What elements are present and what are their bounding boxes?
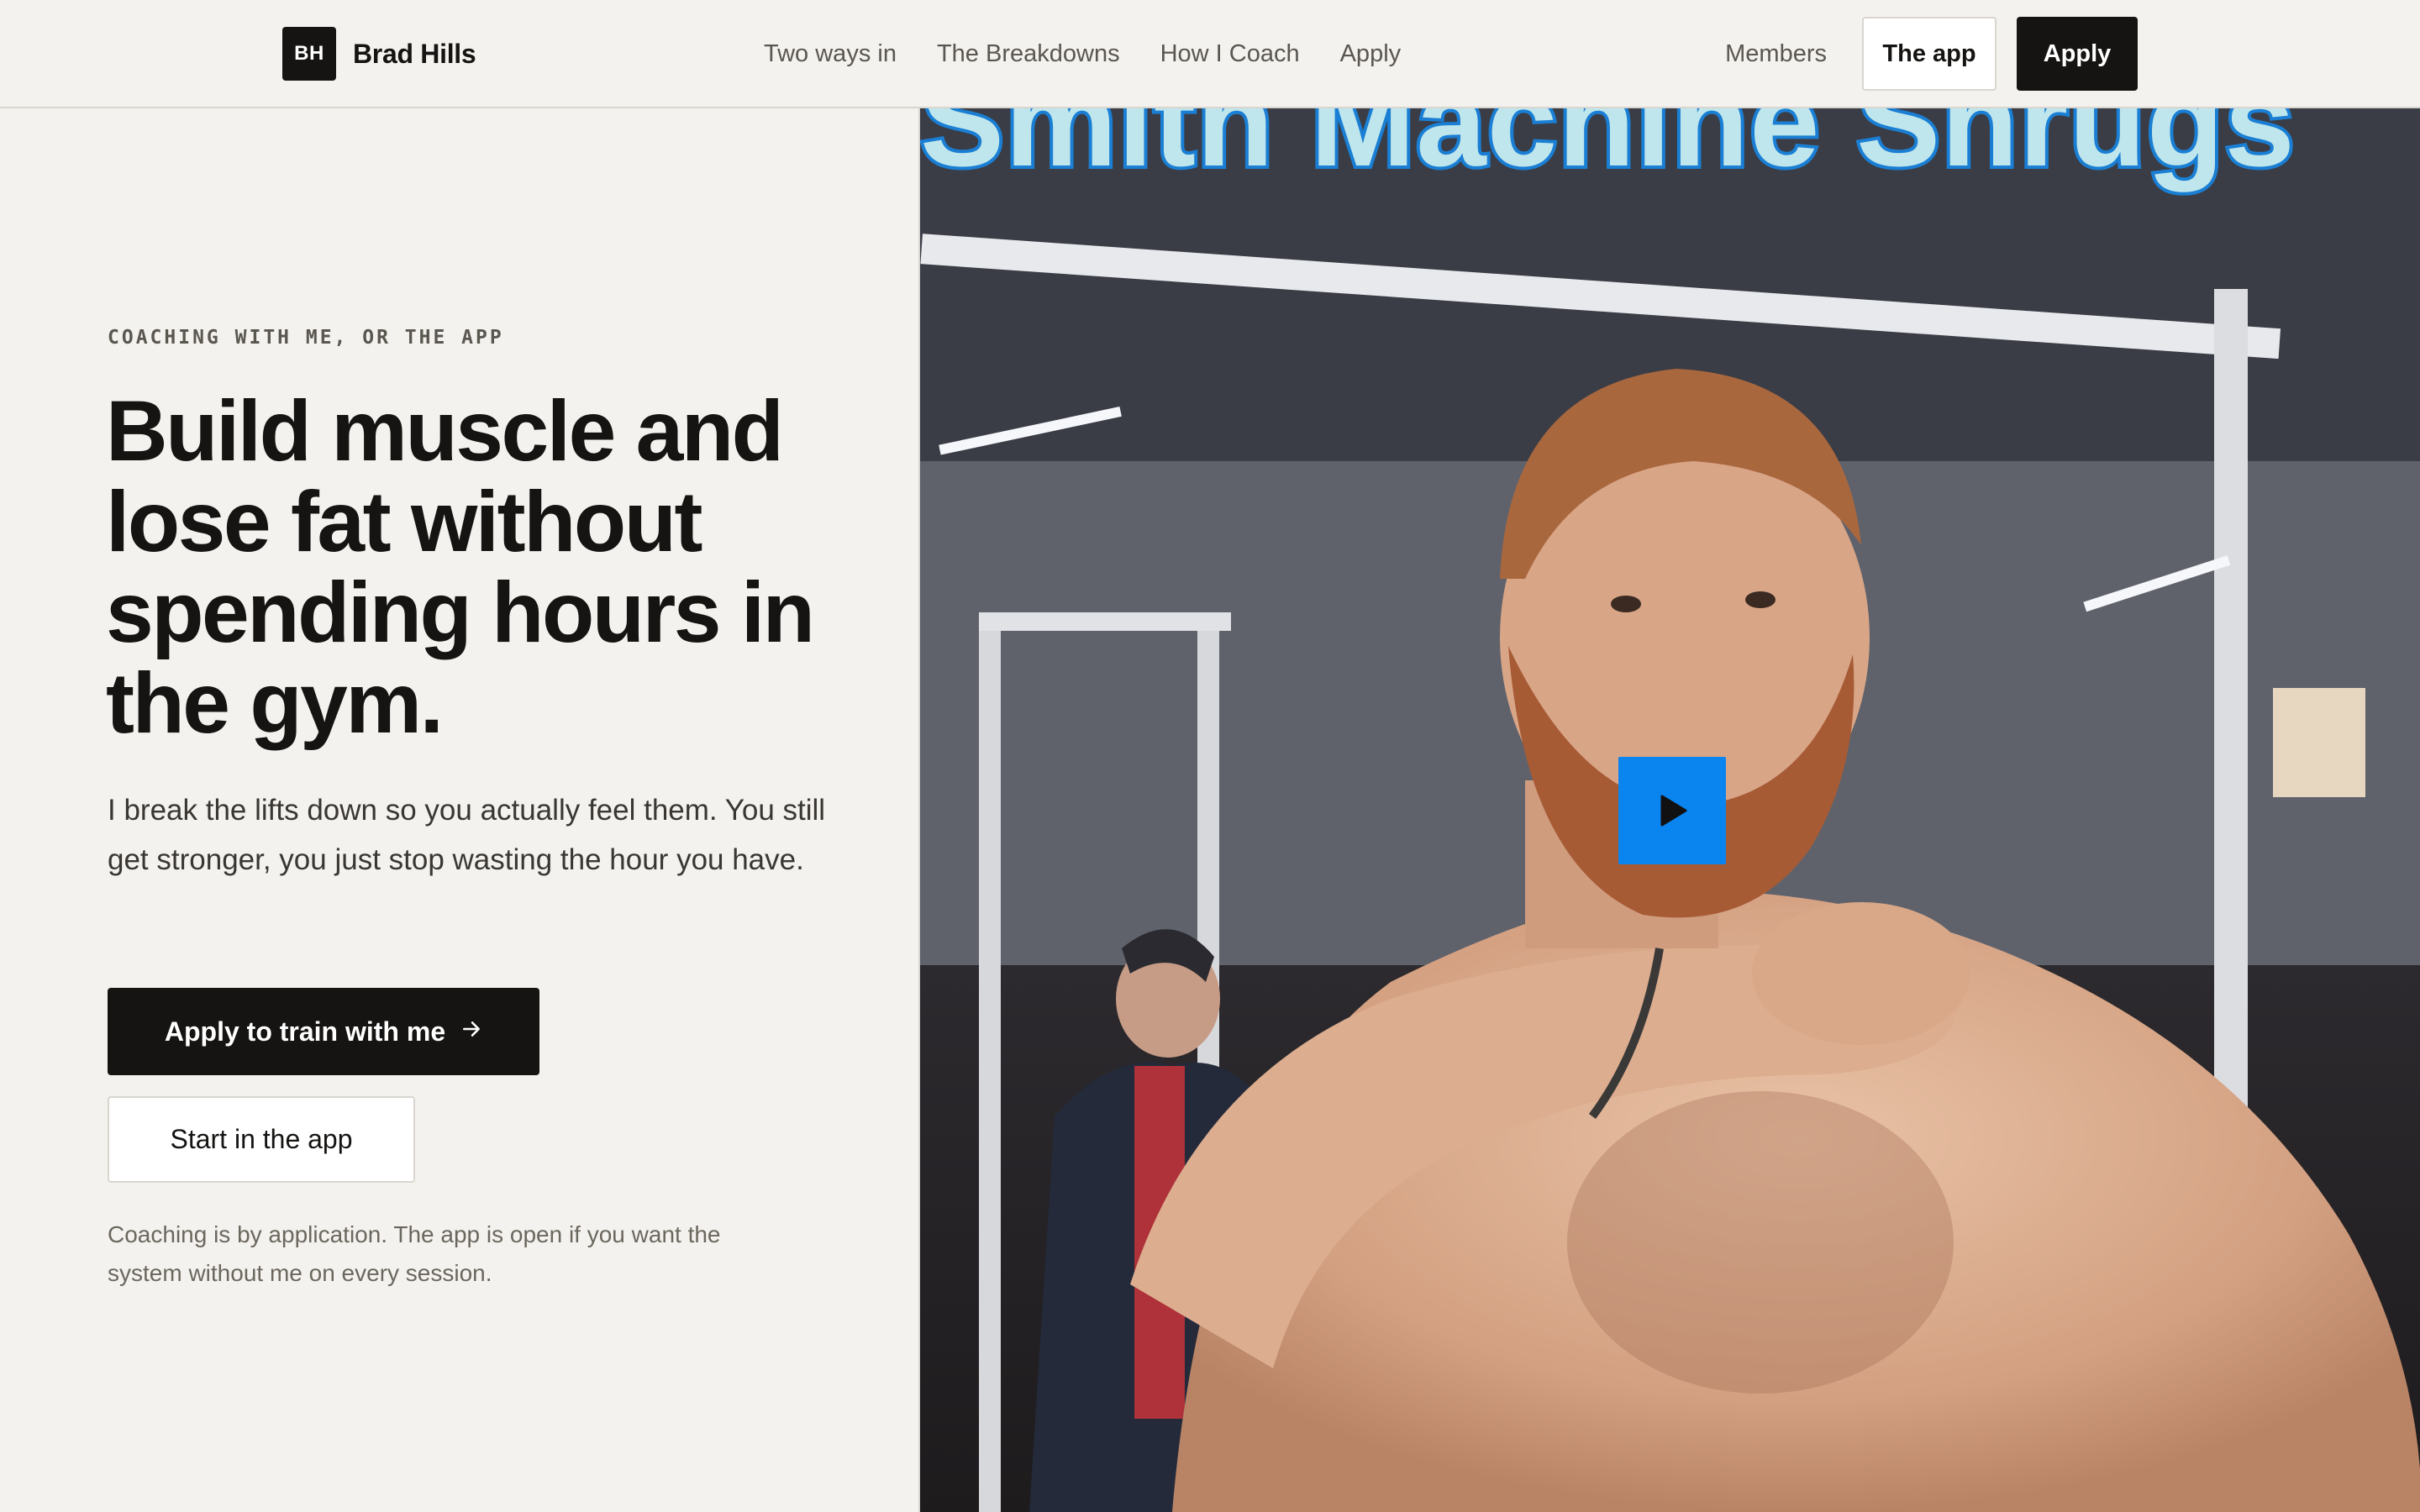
nav-link-apply[interactable]: Apply: [1340, 40, 1402, 68]
brand-mark: BH: [282, 27, 336, 81]
hero-eyebrow: COACHING WITH ME, OR THE APP: [108, 327, 504, 349]
hero-footnote: Coaching is by application. The app is o…: [108, 1221, 721, 1286]
the-app-button[interactable]: The app: [1862, 17, 1996, 91]
brand-logo[interactable]: BH Brad Hills: [282, 27, 476, 81]
top-nav: BH Brad Hills Two ways in The Breakdowns…: [0, 0, 2420, 108]
nav-link-two-ways-in[interactable]: Two ways in: [764, 40, 897, 68]
apply-button[interactable]: Apply: [2017, 17, 2138, 91]
apply-to-train-button[interactable]: Apply to train with me: [108, 988, 539, 1075]
video-player[interactable]: Smith Machine Shrugs: [918, 108, 2420, 1512]
play-button[interactable]: [1618, 757, 1726, 864]
nav-link-breakdowns[interactable]: The Breakdowns: [937, 40, 1120, 68]
play-icon: [1660, 795, 1687, 827]
members-link[interactable]: Members: [1725, 40, 1827, 68]
hero-copy: COACHING WITH ME, OR THE APP Build muscl…: [0, 108, 918, 1512]
nav-link-how-i-coach[interactable]: How I Coach: [1160, 40, 1300, 68]
nav-actions: Members The app Apply: [1725, 17, 2138, 91]
brand-name: Brad Hills: [353, 38, 476, 69]
apply-to-train-label: Apply to train with me: [164, 1016, 446, 1047]
arrow-right-icon: [460, 1018, 482, 1045]
hero-subcopy: I break the lifts down so you actually f…: [108, 794, 826, 876]
hero-headline: Build muscle and lose fat without spendi…: [106, 383, 815, 751]
primary-nav: Two ways in The Breakdowns How I Coach A…: [764, 34, 1401, 74]
video-caption: Smith Machine Shrugs: [920, 108, 2298, 196]
start-in-app-button[interactable]: Start in the app: [108, 1096, 415, 1183]
